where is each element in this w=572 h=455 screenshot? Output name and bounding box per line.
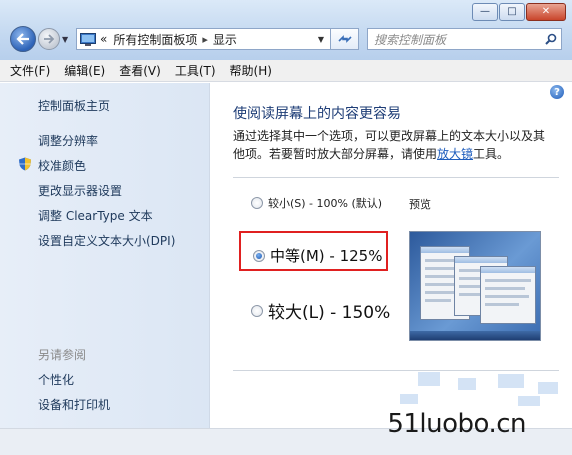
menu-edit[interactable]: 编辑(E): [64, 62, 105, 79]
option-small[interactable]: 较小(S) - 100% (默认): [251, 195, 382, 211]
menu-view[interactable]: 查看(V): [119, 62, 161, 79]
minimize-button[interactable]: —: [472, 3, 498, 21]
search-placeholder: 搜索控制面板: [374, 32, 447, 47]
maximize-icon: □: [507, 6, 517, 17]
address-dropdown-icon[interactable]: ▼: [318, 35, 324, 44]
radio-small[interactable]: [251, 197, 263, 209]
forward-button[interactable]: [38, 28, 60, 50]
preview-window-front: [480, 266, 536, 324]
watermark-text: 51luobo.cn: [387, 409, 526, 439]
breadcrumb-all-items[interactable]: 所有控制面板项: [113, 31, 197, 48]
description: 通过选择其中一个选项，可以更改屏幕上的文本大小以及其他项。若要暂时放大部分屏幕，…: [233, 127, 553, 163]
divider: [233, 370, 559, 371]
preview-image: [409, 231, 541, 341]
control-panel-icon: [80, 32, 96, 46]
sidebar-item-cleartype[interactable]: 调整 ClearType 文本: [38, 207, 153, 224]
magnifier-link[interactable]: 放大镜: [437, 147, 473, 161]
preview-label: 预览: [409, 198, 431, 211]
sidebar-item-display-settings[interactable]: 更改显示器设置: [38, 182, 122, 199]
minimize-icon: —: [480, 6, 490, 17]
shield-icon: [19, 157, 31, 171]
radio-large[interactable]: [251, 304, 263, 317]
breadcrumb-separator: «: [100, 32, 108, 46]
search-icon: [545, 33, 557, 45]
window-controls: — □ ✕: [472, 3, 566, 21]
menu-help[interactable]: 帮助(H): [230, 62, 272, 79]
maximize-button[interactable]: □: [499, 3, 525, 21]
option-small-label: 较小(S) - 100% (默认): [268, 197, 383, 210]
sidebar-item-calibrate[interactable]: 校准颜色: [38, 157, 86, 174]
history-dropdown-icon[interactable]: ▼: [62, 35, 72, 44]
description-text-2: 工具。: [473, 147, 510, 161]
forward-arrow-icon: [44, 34, 55, 44]
back-arrow-icon: [16, 33, 29, 45]
sidebar-item-custom-dpi[interactable]: 设置自定义文本大小(DPI): [38, 232, 175, 249]
sidebar: 控制面板主页 调整分辨率 校准颜色 更改显示器设置 调整 ClearType 文…: [0, 83, 210, 455]
menu-bar: 文件(F) 编辑(E) 查看(V) 工具(T) 帮助(H): [0, 60, 572, 82]
sidebar-item-home[interactable]: 控制面板主页: [38, 97, 110, 114]
menu-file[interactable]: 文件(F): [10, 62, 50, 79]
navigation-bar: ▼ « 所有控制面板项 ▸ 显示 ▼ 搜索控制面板: [10, 25, 566, 53]
breadcrumb-arrow-icon[interactable]: ▸: [202, 33, 208, 46]
divider: [233, 177, 559, 178]
address-bar[interactable]: « 所有控制面板项 ▸ 显示 ▼: [76, 28, 331, 50]
menu-tools[interactable]: 工具(T): [175, 62, 216, 79]
window-chrome: — □ ✕ ▼ « 所有控制面板项 ▸ 显示 ▼ 搜索控制面板: [0, 0, 572, 60]
preview-taskbar: [410, 331, 540, 340]
sidebar-item-personalize[interactable]: 个性化: [38, 371, 74, 388]
refresh-button[interactable]: [331, 28, 359, 50]
help-icon[interactable]: ?: [550, 85, 564, 99]
close-icon: ✕: [541, 6, 551, 17]
sidebar-item-devices[interactable]: 设备和打印机: [38, 396, 110, 413]
option-large[interactable]: 较大(L) - 150%: [251, 298, 390, 323]
breadcrumb-display[interactable]: 显示: [213, 31, 237, 48]
option-large-label: 较大(L) - 150%: [268, 303, 391, 323]
page-title: 使阅读屏幕上的内容更容易: [233, 106, 401, 122]
radio-medium[interactable]: [253, 249, 265, 262]
back-button[interactable]: [10, 26, 36, 52]
refresh-icon: [337, 35, 352, 43]
see-also-heading: 另请参阅: [38, 348, 87, 362]
close-button[interactable]: ✕: [526, 3, 566, 21]
option-medium[interactable]: 中等(M) - 125%: [253, 245, 382, 266]
search-input[interactable]: 搜索控制面板: [367, 28, 562, 50]
option-medium-label: 中等(M) - 125%: [270, 247, 383, 265]
sidebar-item-resolution[interactable]: 调整分辨率: [38, 132, 98, 149]
